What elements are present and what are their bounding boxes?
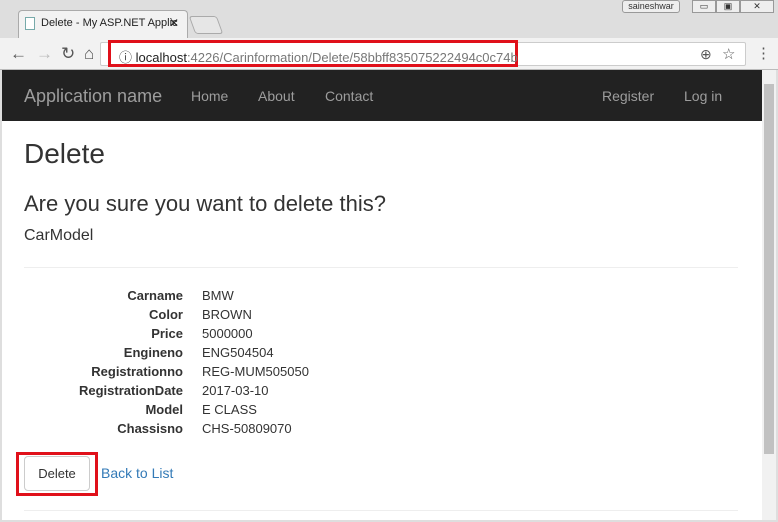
field-label: Chassisno [117,421,183,436]
star-icon[interactable]: ☆ [722,45,735,63]
url-path: :4226/Carinformation/Delete/58bbff835075… [186,50,518,65]
field-label: Registrationno [91,364,183,379]
tab-title: Delete - My ASP.NET Applic [41,17,178,29]
field-value: E CLASS [202,402,257,417]
field-value: BROWN [202,307,252,322]
back-icon[interactable]: ← [10,44,27,64]
nav-about[interactable]: About [258,88,295,104]
field-label: Model [145,402,183,417]
minimize-button[interactable]: ▭ [692,0,716,13]
model-name: CarModel [24,227,94,244]
confirm-question: Are you sure you want to delete this? [24,191,386,216]
highlight-box [16,452,98,496]
zoom-icon[interactable]: ⊕ [700,46,712,63]
url-host: localhost [135,50,187,65]
field-label: RegistrationDate [78,383,183,398]
info-icon: ⓘ [119,50,136,65]
field-value: 2017-03-10 [202,383,269,398]
page-title: Delete [24,138,105,169]
page-icon [25,17,35,30]
forward-icon[interactable]: → [36,44,53,64]
back-to-list-link[interactable]: Back to List [101,465,173,481]
field-label: Engineno [123,345,183,360]
new-tab-button[interactable] [188,16,224,34]
close-window-button[interactable]: ✕ [740,0,774,13]
maximize-button[interactable]: ▣ [716,0,740,13]
home-icon[interactable]: ⌂ [84,44,94,64]
nav-contact[interactable]: Contact [325,88,373,104]
field-value: BMW [202,288,234,303]
menu-icon[interactable]: ⋮ [756,44,771,62]
brand-link[interactable]: Application name [24,86,162,107]
field-label: Price [151,326,183,341]
profile-button[interactable]: saineshwar [622,0,680,13]
field-value: CHS-50809070 [202,421,292,436]
field-value: 5000000 [202,326,253,341]
divider [24,267,738,268]
close-tab-icon[interactable]: ✕ [169,16,179,30]
footer-divider [24,510,738,511]
address-bar[interactable]: ⓘ localhost:4226/Carinformation/Delete/5… [108,40,518,67]
field-value: ENG504504 [202,345,274,360]
nav-login[interactable]: Log in [684,88,722,104]
scrollbar-thumb[interactable] [764,84,774,454]
reload-icon[interactable]: ↻ [61,44,75,64]
browser-tab[interactable]: Delete - My ASP.NET Applic ✕ [18,10,188,38]
field-value: REG-MUM505050 [202,364,309,379]
nav-register[interactable]: Register [602,88,654,104]
field-label: Carname [127,288,183,303]
nav-home[interactable]: Home [191,88,228,104]
navbar: Application name Home About Contact Regi… [2,70,762,121]
field-label: Color [149,307,183,322]
